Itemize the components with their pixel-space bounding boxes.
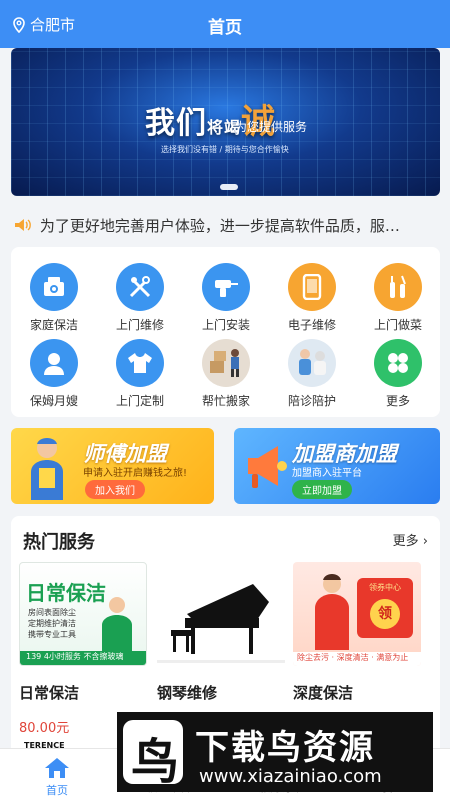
clover-icon xyxy=(374,339,422,387)
more-label: 更多 xyxy=(392,534,419,549)
house-cleaning-icon xyxy=(30,263,78,311)
more-link[interactable]: 更多 › xyxy=(393,530,428,549)
service-label: 家庭保洁 xyxy=(29,318,78,332)
tab-home[interactable]: 首页 xyxy=(12,757,102,798)
service-grid: 家庭保洁 上门维修 上门安装 电子维修 上门做菜 保姆月嫂 上门定制 帮忙搬家 … xyxy=(11,247,440,417)
coupon-badge: 领券中心 领 xyxy=(357,578,413,638)
img-line: 携带专业工具 xyxy=(28,630,76,639)
item-name: 深度保洁 xyxy=(293,684,354,702)
service-label: 上门做菜 xyxy=(373,318,422,332)
top-bar: 合肥市 首页 xyxy=(0,0,450,48)
service-house-cleaning[interactable]: 家庭保洁 xyxy=(19,263,89,333)
service-label: 电子维修 xyxy=(287,318,336,332)
piano-icon xyxy=(157,584,285,663)
coupon-title: 领券中心 xyxy=(369,583,401,592)
hot-item-daily-cleaning[interactable]: 日常保洁 房间表面除尘 定期维护清洁 携带专业工具 139 4小时服务 不含擦玻… xyxy=(19,562,147,736)
service-label: 上门维修 xyxy=(115,318,164,332)
speaker-icon xyxy=(14,219,31,231)
franchise-join-promo[interactable]: 加盟商加盟 加盟商入驻平台 立即加盟 xyxy=(234,428,440,504)
page-title: 首页 xyxy=(208,18,242,38)
bird-logo-icon: 鸟 xyxy=(123,720,183,790)
notice-bar[interactable]: 为了更好地完善用户体验，进一步提高软件品质，服… xyxy=(0,208,450,242)
watermark-url: www.xiazainiao.com xyxy=(199,766,382,787)
banner-tagline: 选择我们没有错 / 期待与您合作愉快 xyxy=(161,145,289,154)
watermark-title: 下载鸟资源 xyxy=(195,728,375,768)
chevron-right-icon: › xyxy=(422,534,428,549)
hot-item-piano-repair[interactable]: 钢琴维修 xyxy=(157,562,285,717)
cleaner-figure xyxy=(102,597,132,653)
service-label: 陪诊陪护 xyxy=(287,394,336,408)
piano-image xyxy=(157,562,285,666)
drill-icon xyxy=(202,263,250,311)
megaphone-illustration xyxy=(248,446,287,488)
service-label: 上门安装 xyxy=(201,318,250,332)
cleaner-woman xyxy=(315,574,349,650)
master-join-promo[interactable]: 师傅加盟 申请入驻开启赚钱之旅! 加入我们 xyxy=(11,428,214,504)
img-lines: 房间表面除尘 定期维护清洁 携带专业工具 xyxy=(28,607,76,640)
service-custom[interactable]: 上门定制 xyxy=(105,339,175,409)
promo-desc: 加盟商入驻平台 xyxy=(292,468,362,479)
item-name: 钢琴维修 xyxy=(157,684,218,702)
worker-illustration xyxy=(31,438,63,500)
service-label: 保姆月嫂 xyxy=(29,394,78,408)
service-more[interactable]: 更多 xyxy=(363,339,433,409)
banner-subline: 为您提供服务 xyxy=(235,120,308,134)
home-icon xyxy=(45,758,69,778)
service-label: 更多 xyxy=(385,394,410,408)
phone-icon xyxy=(288,263,336,311)
cooking-icon xyxy=(374,263,422,311)
banner-headline-1: 我们 xyxy=(145,106,207,141)
service-caregiver[interactable]: 陪诊陪护 xyxy=(277,339,347,409)
hot-item-deep-cleaning[interactable]: 领券中心 领 除尘去污 · 深度清洁 · 满意为止 深度保洁 xyxy=(293,562,421,717)
deep-cleaning-image: 领券中心 领 除尘去污 · 深度清洁 · 满意为止 xyxy=(293,562,421,666)
watermark-overlay: 鸟 下载鸟资源 www.xiazainiao.com xyxy=(117,712,433,792)
caregiver-photo xyxy=(288,339,336,387)
img-line: 房间表面除尘 xyxy=(28,608,76,617)
shirt-icon xyxy=(116,339,164,387)
join-now-button[interactable]: 立即加盟 xyxy=(292,480,352,499)
nanny-icon xyxy=(30,339,78,387)
service-nanny[interactable]: 保姆月嫂 xyxy=(19,339,89,409)
notice-text: 为了更好地完善用户体验，进一步提高软件品质，服… xyxy=(39,216,400,235)
img-line: 定期维护清洁 xyxy=(28,619,76,628)
img-price-bar: 139 4小时服务 不含擦玻璃 xyxy=(20,651,146,665)
join-us-button[interactable]: 加入我们 xyxy=(85,480,145,499)
moving-photo xyxy=(202,339,250,387)
service-label: 帮忙搬家 xyxy=(201,394,250,408)
service-cooking[interactable]: 上门做菜 xyxy=(363,263,433,333)
service-electronics[interactable]: 电子维修 xyxy=(277,263,347,333)
service-label: 上门定制 xyxy=(115,394,164,408)
promo-desc: 申请入驻开启赚钱之旅! xyxy=(83,468,188,479)
carousel-indicator[interactable] xyxy=(220,184,238,190)
img-strip: 除尘去污 · 深度清洁 · 满意为止 xyxy=(293,652,421,666)
banner-carousel[interactable]: 我们将竭诚 为您提供服务 选择我们没有错 / 期待与您合作愉快 xyxy=(11,48,440,196)
coupon-char: 领 xyxy=(370,599,400,629)
tab-label: 首页 xyxy=(46,784,68,797)
item-name: 日常保洁 xyxy=(19,684,80,702)
service-repair[interactable]: 上门维修 xyxy=(105,263,175,333)
service-install[interactable]: 上门安装 xyxy=(191,263,261,333)
daily-cleaning-image: 日常保洁 房间表面除尘 定期维护清洁 携带专业工具 139 4小时服务 不含擦玻… xyxy=(19,562,147,666)
repair-tools-icon xyxy=(116,263,164,311)
service-moving[interactable]: 帮忙搬家 xyxy=(191,339,261,409)
section-title: 热门服务 xyxy=(23,532,95,553)
